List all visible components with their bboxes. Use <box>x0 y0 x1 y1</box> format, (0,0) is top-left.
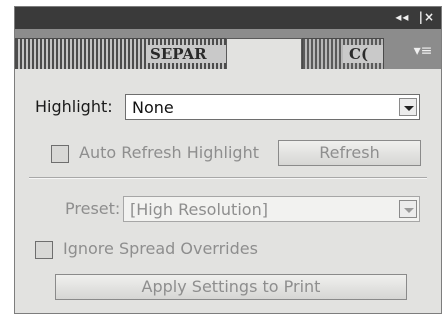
ignore-spread-checkbox[interactable] <box>35 241 53 259</box>
preset-value: [High Resolution] <box>130 200 268 219</box>
tab-active[interactable] <box>226 38 302 69</box>
highlight-dropdown[interactable]: None <box>125 94 420 120</box>
apply-settings-button[interactable]: Apply Settings to Print <box>55 274 407 300</box>
chevron-down-icon[interactable] <box>399 98 417 116</box>
collapse-icon[interactable]: ◂◂ <box>395 10 409 24</box>
ignore-spread-label: Ignore Spread Overrides <box>63 239 258 258</box>
chevron-down-icon[interactable] <box>399 200 417 218</box>
highlight-label: Highlight: <box>35 97 113 116</box>
preset-dropdown[interactable]: [High Resolution] <box>123 196 420 222</box>
preset-label: Preset: <box>65 199 121 218</box>
auto-refresh-label: Auto Refresh Highlight <box>79 143 259 162</box>
highlight-value: None <box>132 98 174 117</box>
panel-content: Highlight: None Auto Refresh Highlight R… <box>15 69 441 313</box>
panel-tab-strip: SEPAR C( ▾≡ <box>15 29 441 69</box>
close-icon[interactable]: |× <box>419 10 435 24</box>
tab-separations[interactable]: SEPAR <box>15 38 226 69</box>
panel-titlebar: ◂◂ |× <box>15 7 441 29</box>
flattener-preview-panel: ◂◂ |× SEPAR C( ▾≡ Highlight: None Auto R… <box>14 6 442 314</box>
panel-menu-icon[interactable]: ▾≡ <box>413 43 433 59</box>
window-controls: ◂◂ |× <box>391 10 435 24</box>
auto-refresh-checkbox[interactable] <box>51 145 69 163</box>
section-divider <box>29 177 427 179</box>
tab-color-label: C( <box>343 45 383 63</box>
refresh-button[interactable]: Refresh <box>278 140 421 166</box>
tab-separations-label: SEPAR <box>146 45 226 63</box>
tab-color[interactable]: C( <box>302 38 384 69</box>
